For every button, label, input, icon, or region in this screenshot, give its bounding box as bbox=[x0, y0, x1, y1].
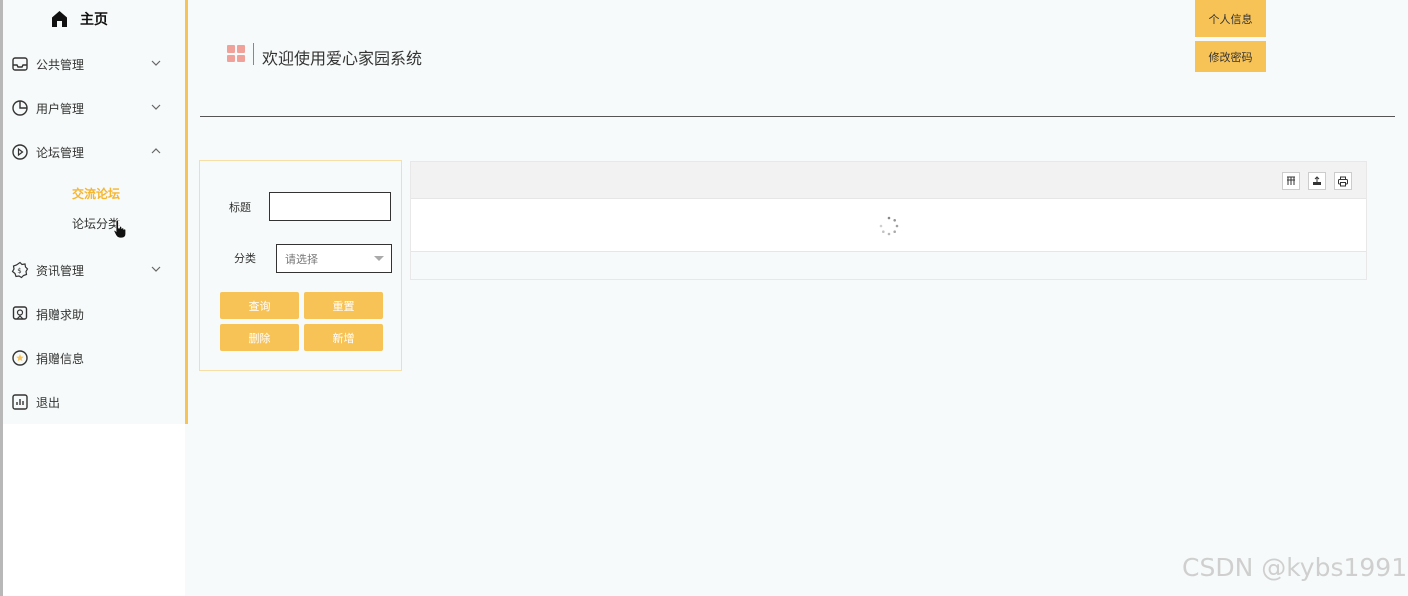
sidebar-item-news[interactable]: $ 资讯管理 bbox=[11, 259, 171, 281]
category-select[interactable]: 请选择 bbox=[276, 244, 392, 273]
sidebar-item-label: 用户管理 bbox=[36, 101, 85, 116]
category-label: 分类 bbox=[234, 252, 256, 265]
bar-chart-icon bbox=[11, 393, 29, 411]
sidebar-item-users[interactable]: 用户管理 bbox=[11, 97, 171, 119]
hand-cursor-icon bbox=[113, 219, 127, 239]
sidebar-item-label: 捐赠求助 bbox=[36, 307, 85, 322]
page-title: 欢迎使用爱心家园系统 bbox=[262, 49, 423, 68]
pie-chart-icon bbox=[11, 99, 29, 117]
profile-button[interactable]: 个人信息 bbox=[1195, 0, 1266, 37]
home-icon bbox=[52, 11, 67, 27]
query-button[interactable]: 查询 bbox=[220, 292, 299, 319]
export-icon bbox=[1313, 176, 1321, 185]
search-panel: 标题 分类 请选择 查询 重置 删除 新增 bbox=[199, 160, 402, 371]
print-button[interactable] bbox=[1334, 172, 1352, 190]
sidebar-item-donation-info[interactable]: 捐赠信息 bbox=[11, 347, 171, 369]
sidebar-item-label: 退出 bbox=[36, 395, 61, 410]
sidebar-item-label: 论坛管理 bbox=[36, 145, 85, 160]
inbox-icon bbox=[11, 55, 29, 73]
title-input[interactable] bbox=[269, 192, 391, 221]
chevron-down-icon bbox=[151, 60, 161, 66]
chevron-down-icon bbox=[151, 104, 161, 110]
data-table bbox=[410, 161, 1367, 280]
sidebar-item-public[interactable]: 公共管理 bbox=[11, 53, 171, 75]
logo-icon bbox=[227, 45, 245, 62]
title-divider bbox=[253, 43, 254, 65]
sidebar-item-label: 公共管理 bbox=[36, 57, 85, 72]
star-circle-icon bbox=[11, 349, 29, 367]
change-password-button[interactable]: 修改密码 bbox=[1195, 41, 1266, 72]
sidebar-item-forum[interactable]: 论坛管理 bbox=[11, 141, 171, 163]
reset-button[interactable]: 重置 bbox=[304, 292, 383, 319]
columns-filter-button[interactable] bbox=[1282, 172, 1300, 190]
category-placeholder: 请选择 bbox=[285, 252, 318, 266]
sidebar-item-donation-help[interactable]: 捐赠求助 bbox=[11, 303, 171, 325]
gear-icon: $ bbox=[11, 261, 29, 279]
table-body bbox=[411, 199, 1366, 252]
home-label: 主页 bbox=[80, 12, 108, 28]
add-button[interactable]: 新增 bbox=[304, 324, 383, 351]
print-icon bbox=[1338, 176, 1348, 186]
table-toolbar bbox=[411, 162, 1366, 199]
chevron-up-icon bbox=[151, 148, 161, 154]
play-circle-icon bbox=[11, 143, 29, 161]
chevron-down-icon bbox=[151, 266, 161, 272]
sidebar-item-logout[interactable]: 退出 bbox=[11, 391, 171, 413]
export-button[interactable] bbox=[1308, 172, 1326, 190]
title-label: 标题 bbox=[229, 201, 251, 214]
delete-button[interactable]: 删除 bbox=[220, 324, 299, 351]
sidebar-subitem-forum-exchange[interactable]: 交流论坛 bbox=[72, 185, 120, 202]
dropdown-arrow-icon bbox=[374, 256, 384, 261]
watermark: CSDN @kybs1991 bbox=[1182, 553, 1408, 582]
sidebar-item-label: 资讯管理 bbox=[36, 263, 85, 278]
sidebar-menu: 主页 公共管理 用户管理 论坛管理 交流论坛 论坛分类 $ 资讯管理 捐赠求助 … bbox=[3, 0, 188, 424]
sidebar: 主页 公共管理 用户管理 论坛管理 交流论坛 论坛分类 $ 资讯管理 捐赠求助 … bbox=[0, 0, 188, 596]
sidebar-item-label: 捐赠信息 bbox=[36, 351, 85, 366]
svg-text:$: $ bbox=[17, 267, 21, 275]
loading-spinner-icon bbox=[879, 216, 899, 236]
badge-icon bbox=[11, 305, 29, 323]
columns-icon bbox=[1287, 176, 1295, 185]
header-divider bbox=[200, 116, 1395, 117]
home-link[interactable]: 主页 bbox=[51, 8, 108, 30]
table-footer bbox=[411, 252, 1366, 279]
